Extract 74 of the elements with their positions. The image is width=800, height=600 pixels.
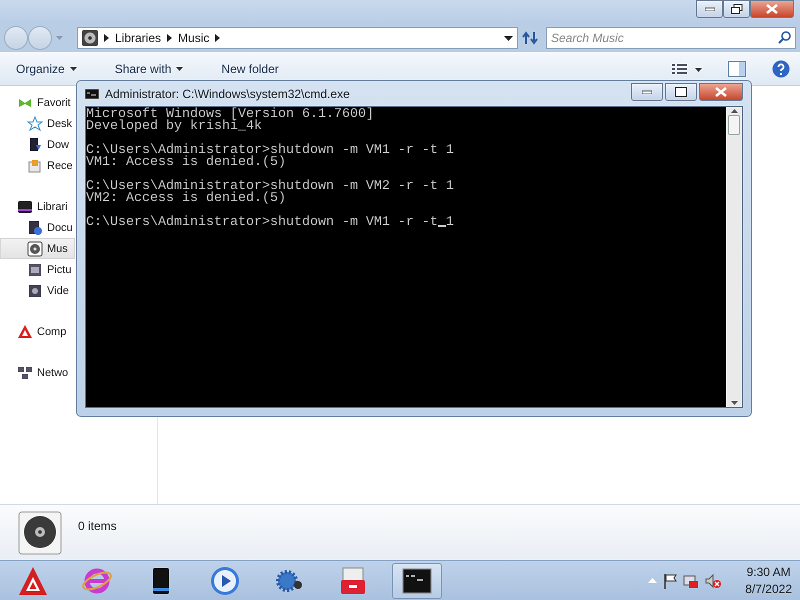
- maximize-button[interactable]: [665, 83, 697, 101]
- clock-date[interactable]: 8/7/2022: [745, 580, 792, 598]
- nav-item[interactable]: Desk: [0, 113, 75, 134]
- star-icon: [27, 116, 43, 132]
- caret-icon: [176, 66, 184, 70]
- close-button[interactable]: [750, 0, 794, 18]
- triangle-logo-icon: [17, 564, 49, 596]
- toolbar-button[interactable]: Organize: [10, 60, 83, 78]
- muted-speaker-icon[interactable]: [705, 572, 722, 588]
- restore-button[interactable]: [723, 0, 750, 18]
- minimize-icon: [642, 90, 652, 94]
- chevron-icon[interactable]: [104, 34, 109, 42]
- close-button[interactable]: [699, 83, 743, 101]
- restore-icon: [730, 4, 742, 14]
- nav-item[interactable]: Netwo: [0, 362, 75, 383]
- toolbar-button[interactable]: Share with: [108, 60, 190, 78]
- console-line: VM1: Access is denied.(5): [86, 157, 286, 169]
- chevron-icon[interactable]: [215, 34, 220, 42]
- disc-icon: [82, 30, 98, 46]
- nav-item[interactable]: Mus: [0, 238, 75, 259]
- scroll-thumb[interactable]: [728, 115, 740, 135]
- help-icon[interactable]: [772, 60, 790, 78]
- toolbar-button[interactable]: New folder: [215, 60, 285, 78]
- preview-pane-icon[interactable]: [728, 60, 746, 76]
- scroll-up-icon[interactable]: [730, 109, 738, 113]
- minimize-button[interactable]: [696, 0, 723, 18]
- play-icon: [210, 566, 240, 596]
- nav-item[interactable]: Dow: [0, 134, 75, 155]
- dropdown-icon[interactable]: [504, 36, 513, 40]
- network-icon: [17, 364, 33, 380]
- breadcrumb-item[interactable]: Libraries: [115, 31, 162, 45]
- nav-item[interactable]: Favorit: [0, 92, 75, 113]
- console-line: 1: [446, 215, 454, 230]
- close-icon: [715, 87, 727, 97]
- console-line: C:\Users\Administrator>shutdown -m VM1 -r -t: [86, 215, 438, 230]
- nav-item[interactable]: Docu: [0, 217, 75, 238]
- browser-icon: [82, 566, 112, 596]
- breadcrumb-item[interactable]: Music: [178, 31, 210, 45]
- window-title: Administrator: C:\Windows\system32\cmd.exe: [105, 86, 350, 100]
- nav-item[interactable]: Pictu: [0, 259, 75, 280]
- search-field[interactable]: Search Music: [546, 27, 796, 49]
- minimize-button[interactable]: [631, 83, 663, 101]
- caret-icon: [70, 66, 77, 70]
- console-line: VM2: Access is denied.(5): [86, 193, 286, 205]
- video-icon: [27, 282, 43, 298]
- disc-icon: [27, 240, 43, 256]
- console-icon: [402, 566, 432, 596]
- document-icon: [27, 220, 43, 236]
- picture-icon: [27, 262, 43, 278]
- chevron-icon[interactable]: [167, 34, 172, 42]
- refresh-icon[interactable]: [522, 31, 538, 45]
- nav-item[interactable]: Rece: [0, 155, 75, 176]
- console-line: Developed by krishi_4k: [86, 121, 262, 133]
- maximize-icon: [675, 87, 687, 97]
- item-count: 0 items: [78, 519, 117, 533]
- nav-item[interactable]: Vide: [0, 280, 75, 301]
- scroll-down-icon[interactable]: [730, 401, 738, 405]
- flag-icon[interactable]: [663, 572, 678, 588]
- close-icon: [766, 4, 778, 14]
- nav-item[interactable]: Librari: [0, 196, 75, 217]
- minimize-icon: [704, 7, 714, 11]
- triangle-logo-icon: [17, 324, 33, 340]
- search-icon[interactable]: [778, 31, 791, 44]
- network-icon[interactable]: [683, 572, 700, 588]
- download-icon: [27, 136, 43, 152]
- toolbox-icon: [338, 566, 368, 596]
- console-icon: [85, 88, 99, 98]
- nav-item[interactable]: Comp: [0, 321, 75, 342]
- library-icon: [17, 198, 33, 214]
- scrollbar[interactable]: [726, 107, 742, 407]
- taskbar-button[interactable]: [392, 562, 442, 598]
- view-options-icon[interactable]: [672, 62, 702, 74]
- clock-time[interactable]: 9:30 AM: [746, 564, 791, 580]
- address-bar[interactable]: Libraries Music: [77, 27, 518, 49]
